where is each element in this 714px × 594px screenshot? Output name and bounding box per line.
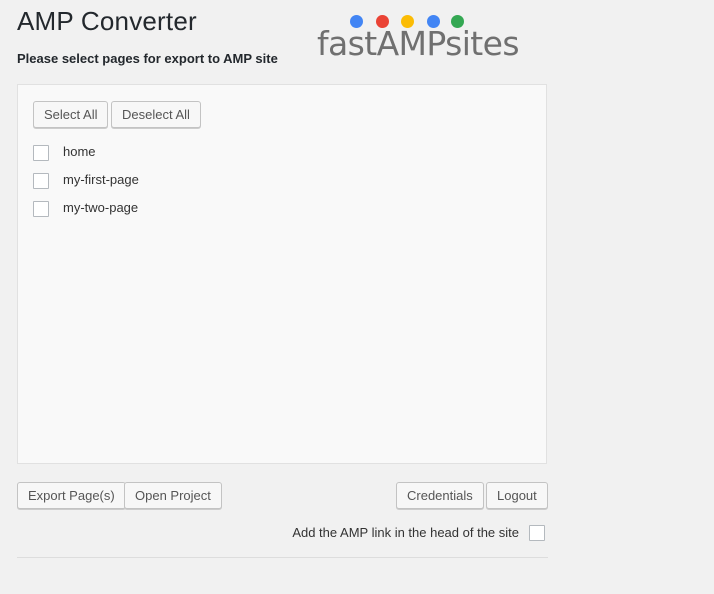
logo-text: fastAMPsites	[317, 24, 520, 63]
page-subtitle: Please select pages for export to AMP si…	[17, 51, 278, 66]
page-label: my-two-page	[63, 200, 139, 215]
amp-link-checkbox[interactable]	[529, 525, 545, 541]
credentials-button[interactable]: Credentials	[396, 482, 484, 509]
deselect-all-button[interactable]: Deselect All	[111, 101, 201, 128]
logout-button[interactable]: Logout	[486, 482, 548, 509]
export-pages-button[interactable]: Export Page(s)	[17, 482, 126, 509]
amp-link-option[interactable]: Add the AMP link in the head of the site	[17, 523, 545, 545]
page-label: my-first-page	[63, 172, 139, 187]
page-checkbox-home[interactable]	[33, 145, 49, 161]
page-title: AMP Converter	[17, 6, 197, 36]
fastampsites-logo: fastAMPsites	[317, 14, 520, 64]
select-all-button[interactable]: Select All	[33, 101, 109, 128]
page-checkbox-my-two-page[interactable]	[33, 201, 49, 217]
page-selection-panel: Select All Deselect All home my-first-pa…	[17, 84, 547, 464]
divider	[17, 557, 548, 558]
open-project-button[interactable]: Open Project	[124, 482, 222, 509]
amp-link-label: Add the AMP link in the head of the site	[292, 525, 519, 540]
page-label: home	[63, 144, 96, 159]
page-checkbox-my-first-page[interactable]	[33, 173, 49, 189]
